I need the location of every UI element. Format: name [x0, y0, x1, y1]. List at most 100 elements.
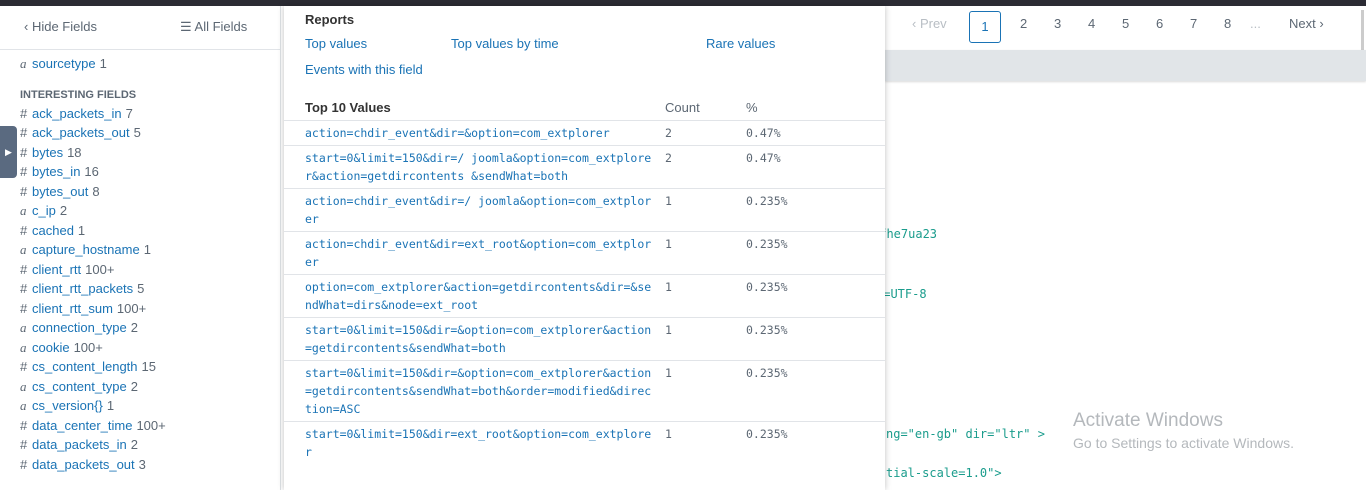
page-7-button[interactable]: 7 [1190, 16, 1197, 31]
field-item[interactable]: a capture_hostname 1 [20, 240, 280, 260]
table-row: option=com_extplorer&action=getdirconten… [284, 274, 885, 317]
value-link[interactable]: option=com_extplorer&action=getdirconten… [305, 278, 655, 314]
table-row: start=0&limit=150&dir=/ joomla&option=co… [284, 145, 885, 188]
table-row: start=0&limit=150&dir=&option=com_extplo… [284, 360, 885, 421]
field-item[interactable]: # client_rtt_packets 5 [20, 279, 280, 299]
expand-handle[interactable]: ▶ [0, 126, 17, 178]
field-count: 2 [130, 437, 138, 452]
top-values-link[interactable]: Top values [305, 36, 367, 51]
value-link[interactable]: start=0&limit=150&dir=/ joomla&option=co… [305, 149, 655, 185]
top-values-by-time-link[interactable]: Top values by time [451, 36, 559, 51]
page-2-button[interactable]: 2 [1020, 16, 1027, 31]
field-count: 1 [143, 242, 151, 257]
field-item[interactable]: a c_ip 2 [20, 201, 280, 221]
count-cell: 1 [665, 323, 672, 337]
field-count: 100+ [85, 261, 115, 277]
value-link[interactable]: action=chdir_event&dir=ext_root&option=c… [305, 235, 655, 271]
pager-ellipsis: ... [1250, 16, 1261, 31]
watermark-title: Activate Windows [1073, 410, 1223, 431]
prev-button[interactable]: ‹ Prev [912, 16, 947, 31]
field-name: cached [32, 222, 74, 238]
percent-cell: 0.235% [746, 427, 788, 441]
percent-cell: 0.235% [746, 194, 788, 208]
number-type-icon: # [20, 456, 28, 472]
table-row: action=chdir_event&dir=ext_root&option=c… [284, 231, 885, 274]
page-4-button[interactable]: 4 [1088, 16, 1095, 31]
table-row: action=chdir_event&dir=/ joomla&option=c… [284, 188, 885, 231]
rare-values-link[interactable]: Rare values [706, 36, 775, 51]
field-name: capture_hostname [32, 242, 140, 257]
string-type-icon: a [20, 203, 27, 218]
events-header-bar [885, 50, 1366, 81]
page-5-button[interactable]: 5 [1122, 16, 1129, 31]
next-button[interactable]: Next › [1289, 16, 1324, 31]
field-name: data_center_time [32, 417, 133, 433]
field-count: 2 [59, 203, 68, 218]
field-item[interactable]: # cached 1 [20, 221, 280, 241]
percent-cell: 0.47% [746, 151, 781, 165]
field-count: 2 [130, 320, 138, 335]
field-count: 100+ [73, 339, 103, 355]
field-item[interactable]: # ack_packets_out 5 [20, 123, 280, 143]
field-item[interactable]: # data_packets_in 2 [20, 435, 280, 455]
fields-sidebar: ‹ Hide Fields ☰ All Fields a sourcetype 1 I… [0, 6, 281, 490]
value-link[interactable]: start=0&limit=150&dir=&option=com_extplo… [305, 321, 655, 357]
page-1-button[interactable]: 1 [969, 11, 1001, 43]
field-item[interactable]: # bytes 18 [20, 143, 280, 163]
field-item[interactable]: a cs_content_type 2 [20, 377, 280, 397]
field-count: 7 [125, 105, 133, 121]
number-type-icon: # [20, 359, 28, 374]
count-cell: 1 [665, 194, 672, 208]
field-count: 100+ [136, 417, 166, 433]
field-item[interactable]: a sourcetype 1 [20, 54, 280, 74]
field-count: 3 [138, 456, 146, 472]
page-6-button[interactable]: 6 [1156, 16, 1163, 31]
field-count: 1 [99, 56, 107, 71]
field-item[interactable]: # bytes_out 8 [20, 182, 280, 202]
field-item[interactable]: # data_packets_out 3 [20, 455, 280, 475]
percent-cell: 0.47% [746, 126, 781, 140]
field-item[interactable]: a connection_type 2 [20, 318, 280, 338]
field-count: 15 [141, 359, 156, 374]
field-name: cs_content_length [32, 359, 138, 374]
field-name: connection_type [32, 320, 127, 335]
field-name: client_rtt_packets [32, 281, 134, 296]
events-with-field-link[interactable]: Events with this field [305, 62, 423, 77]
field-count: 16 [84, 164, 99, 179]
table-row: action=chdir_event&dir=&option=com_extpl… [284, 120, 885, 145]
page-3-button[interactable]: 3 [1054, 16, 1061, 31]
field-item[interactable]: # client_rtt_sum 100+ [20, 299, 280, 319]
field-name: ack_packets_out [32, 125, 130, 140]
field-item[interactable]: # bytes_in 16 [20, 162, 280, 182]
field-summary-popup: Reports Top values Top values by time Ra… [284, 6, 885, 490]
all-fields-button[interactable]: ☰ All Fields [180, 19, 247, 35]
value-link[interactable]: action=chdir_event&dir=&option=com_extpl… [305, 124, 655, 142]
hide-fields-button[interactable]: ‹ Hide Fields [24, 19, 97, 34]
value-link[interactable]: start=0&limit=150&dir=ext_root&option=co… [305, 425, 655, 461]
count-cell: 1 [665, 427, 672, 441]
number-type-icon: # [20, 164, 28, 179]
field-name: bytes_in [32, 164, 81, 179]
scrollbar[interactable] [1361, 10, 1364, 50]
count-header: Count [665, 100, 700, 115]
field-item[interactable]: # ack_packets_in 7 [20, 104, 280, 124]
value-link[interactable]: start=0&limit=150&dir=&option=com_extplo… [305, 364, 655, 418]
value-link[interactable]: action=chdir_event&dir=/ joomla&option=c… [305, 192, 655, 228]
field-item[interactable]: # cs_content_length 15 [20, 357, 280, 377]
count-cell: 2 [665, 151, 672, 165]
field-item[interactable]: # client_rtt 100+ [20, 260, 280, 280]
field-item[interactable]: a cs_version{} 1 [20, 396, 280, 416]
page-8-button[interactable]: 8 [1224, 16, 1231, 31]
field-name: client_rtt_sum [32, 300, 113, 316]
field-count: 5 [137, 281, 145, 296]
field-name: c_ip [32, 203, 56, 218]
string-type-icon: a [20, 320, 27, 335]
field-count: 18 [67, 144, 82, 160]
table-row: start=0&limit=150&dir=&option=com_extplo… [284, 317, 885, 360]
number-type-icon: # [20, 281, 28, 296]
field-item[interactable]: a cookie 100+ [20, 338, 280, 358]
field-item[interactable]: # data_center_time 100+ [20, 416, 280, 436]
number-type-icon: # [20, 437, 28, 452]
string-type-icon: a [20, 398, 27, 413]
field-count: 8 [92, 183, 100, 199]
